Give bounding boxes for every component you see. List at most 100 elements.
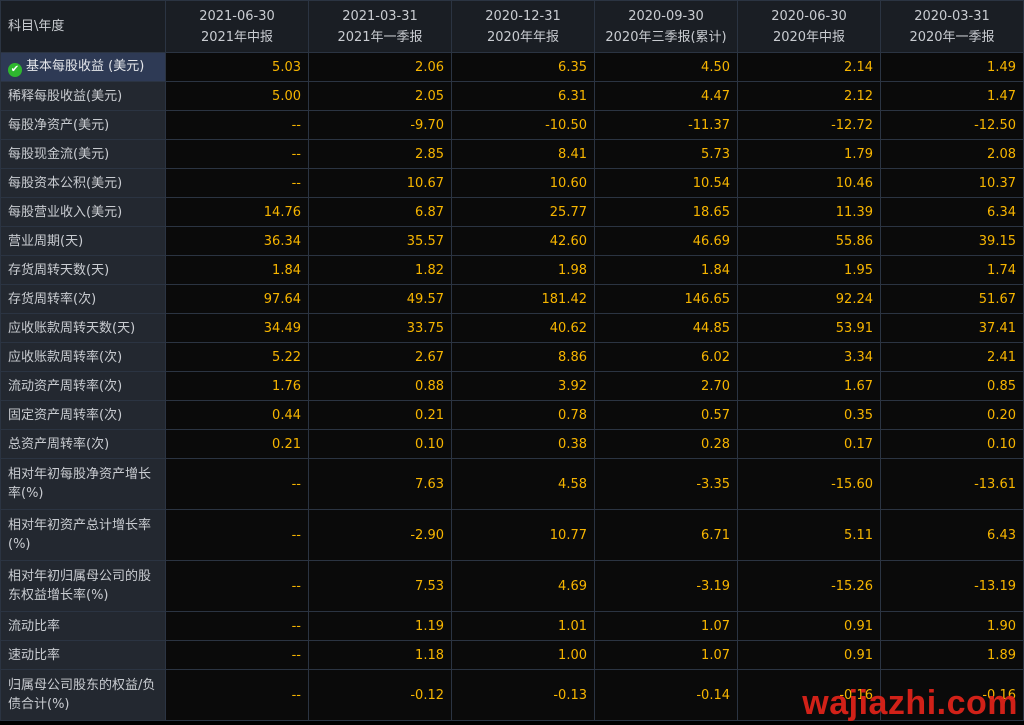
- table-row[interactable]: 相对年初每股净资产增长率(%) -- 7.63 4.58 -3.35 -15.60 -13.…: [0, 458, 1024, 510]
- value-cell: 11.39: [737, 197, 881, 227]
- table-row[interactable]: 稀释每股收益(美元) 5.00 2.05 6.31 4.47 2.12 1.47: [0, 81, 1024, 111]
- row-label[interactable]: 应收账款周转率(次): [0, 342, 166, 372]
- row-label[interactable]: 流动比率: [0, 611, 166, 641]
- table-row[interactable]: 每股资本公积(美元) -- 10.67 10.60 10.54 10.46 10.37: [0, 168, 1024, 198]
- value-cell: 0.20: [880, 400, 1024, 430]
- value-cell: 25.77: [451, 197, 595, 227]
- row-label-text: 存货周转率(次): [8, 291, 97, 307]
- table-row[interactable]: 存货周转率(次) 97.64 49.57 181.42 146.65 92.24 51.67: [0, 284, 1024, 314]
- value-cell: 1.07: [594, 640, 738, 670]
- value-cell: 55.86: [737, 226, 881, 256]
- value-cell: -9.70: [308, 110, 452, 140]
- row-label-text: 每股营业收入(美元): [8, 204, 123, 220]
- value-cell: -13.61: [880, 458, 1024, 510]
- table-row[interactable]: 相对年初归属母公司的股东权益增长率(%) -- 7.53 4.69 -3.19 -15.2…: [0, 560, 1024, 612]
- table-row[interactable]: 每股营业收入(美元) 14.76 6.87 25.77 18.65 11.39 6.34: [0, 197, 1024, 227]
- row-label[interactable]: 归属母公司股东的权益/负债合计(%): [0, 669, 166, 721]
- row-label[interactable]: 固定资产周转率(次): [0, 400, 166, 430]
- row-label[interactable]: ✔ 基本每股收益 (美元): [0, 52, 166, 82]
- value-cell: -10.50: [451, 110, 595, 140]
- value-cell: -0.14: [594, 669, 738, 721]
- value-cell: 1.74: [880, 255, 1024, 285]
- value-cell: 6.02: [594, 342, 738, 372]
- row-label[interactable]: 速动比率: [0, 640, 166, 670]
- table-row[interactable]: ✔ 基本每股收益 (美元) 5.03 2.06 6.35 4.50 2.14 1.49: [0, 52, 1024, 82]
- column-period: 2021年中报: [200, 29, 274, 45]
- row-label[interactable]: 营业周期(天): [0, 226, 166, 256]
- column-header[interactable]: 2021-06-30 2021年中报: [165, 0, 309, 53]
- value-cell: 1.47: [880, 81, 1024, 111]
- value-cell: 0.38: [451, 429, 595, 459]
- value-cell: 6.71: [594, 509, 738, 561]
- row-label[interactable]: 相对年初资产总计增长率(%): [0, 509, 166, 561]
- value-cell: 4.47: [594, 81, 738, 111]
- financial-indicators-table: 科目\年度 2021-06-30 2021年中报 2021-03-31 2021年一…: [0, 0, 1024, 721]
- row-label[interactable]: 每股资本公积(美元): [0, 168, 166, 198]
- value-cell: 1.90: [880, 611, 1024, 641]
- value-cell: 0.91: [737, 640, 881, 670]
- table-row[interactable]: 总资产周转率(次) 0.21 0.10 0.38 0.28 0.17 0.10: [0, 429, 1024, 459]
- row-label[interactable]: 存货周转率(次): [0, 284, 166, 314]
- row-label[interactable]: 每股现金流(美元): [0, 139, 166, 169]
- table-row[interactable]: 应收账款周转率(次) 5.22 2.67 8.86 6.02 3.34 2.41: [0, 342, 1024, 372]
- column-header[interactable]: 2020-06-30 2020年中报: [737, 0, 881, 53]
- row-label-text: 稀释每股收益(美元): [8, 88, 123, 104]
- value-cell: 1.67: [737, 371, 881, 401]
- row-label-text: 相对年初资产总计增长率(%): [8, 518, 152, 552]
- value-cell: 1.18: [308, 640, 452, 670]
- value-cell: 4.69: [451, 560, 595, 612]
- column-date: 2020-03-31: [914, 8, 990, 24]
- value-cell: 53.91: [737, 313, 881, 343]
- value-cell: 10.77: [451, 509, 595, 561]
- value-cell: 2.08: [880, 139, 1024, 169]
- column-header[interactable]: 2020-12-31 2020年年报: [451, 0, 595, 53]
- value-cell: 0.91: [737, 611, 881, 641]
- row-label[interactable]: 应收账款周转天数(天): [0, 313, 166, 343]
- column-header[interactable]: 2020-03-31 2020年一季报: [880, 0, 1024, 53]
- table-row[interactable]: 相对年初资产总计增长率(%) -- -2.90 10.77 6.71 5.11 6.43: [0, 509, 1024, 561]
- row-label-text: 速动比率: [8, 647, 61, 663]
- value-cell: 146.65: [594, 284, 738, 314]
- row-label[interactable]: 相对年初归属母公司的股东权益增长率(%): [0, 560, 166, 612]
- value-cell: 0.78: [451, 400, 595, 430]
- value-cell: 2.70: [594, 371, 738, 401]
- value-cell: 44.85: [594, 313, 738, 343]
- table-row[interactable]: 流动资产周转率(次) 1.76 0.88 3.92 2.70 1.67 0.85: [0, 371, 1024, 401]
- row-label[interactable]: 每股营业收入(美元): [0, 197, 166, 227]
- value-cell: -15.26: [737, 560, 881, 612]
- column-header[interactable]: 2020-09-30 2020年三季报(累计): [594, 0, 738, 53]
- value-cell: 36.34: [165, 226, 309, 256]
- row-label[interactable]: 相对年初每股净资产增长率(%): [0, 458, 166, 510]
- table-row[interactable]: 营业周期(天) 36.34 35.57 42.60 46.69 55.86 39.15: [0, 226, 1024, 256]
- value-cell: -12.72: [737, 110, 881, 140]
- row-label[interactable]: 流动资产周转率(次): [0, 371, 166, 401]
- value-cell: 1.01: [451, 611, 595, 641]
- value-cell: 14.76: [165, 197, 309, 227]
- row-label[interactable]: 稀释每股收益(美元): [0, 81, 166, 111]
- table-row[interactable]: 应收账款周转天数(天) 34.49 33.75 40.62 44.85 53.91 37.4…: [0, 313, 1024, 343]
- value-cell: 1.89: [880, 640, 1024, 670]
- table-row[interactable]: 流动比率 -- 1.19 1.01 1.07 0.91 1.90: [0, 611, 1024, 641]
- value-cell: 51.67: [880, 284, 1024, 314]
- value-cell: --: [165, 110, 309, 140]
- column-period: 2020年一季报: [909, 29, 995, 45]
- table-row[interactable]: 速动比率 -- 1.18 1.00 1.07 0.91 1.89: [0, 640, 1024, 670]
- table-row[interactable]: 存货周转天数(天) 1.84 1.82 1.98 1.84 1.95 1.74: [0, 255, 1024, 285]
- column-header[interactable]: 2021-03-31 2021年一季报: [308, 0, 452, 53]
- value-cell: 0.85: [880, 371, 1024, 401]
- table-row[interactable]: 每股净资产(美元) -- -9.70 -10.50 -11.37 -12.72 -12.50: [0, 110, 1024, 140]
- row-label-text: 固定资产周转率(次): [8, 407, 123, 423]
- value-cell: 1.00: [451, 640, 595, 670]
- value-cell: -3.35: [594, 458, 738, 510]
- value-cell: 10.54: [594, 168, 738, 198]
- row-label[interactable]: 每股净资产(美元): [0, 110, 166, 140]
- table-row[interactable]: 每股现金流(美元) -- 2.85 8.41 5.73 1.79 2.08: [0, 139, 1024, 169]
- row-label-text: 应收账款周转天数(天): [8, 320, 136, 336]
- value-cell: 2.12: [737, 81, 881, 111]
- table-row[interactable]: 固定资产周转率(次) 0.44 0.21 0.78 0.57 0.35 0.20: [0, 400, 1024, 430]
- value-cell: 10.60: [451, 168, 595, 198]
- value-cell: 5.03: [165, 52, 309, 82]
- row-label[interactable]: 总资产周转率(次): [0, 429, 166, 459]
- row-label[interactable]: 存货周转天数(天): [0, 255, 166, 285]
- row-label-text: 每股现金流(美元): [8, 146, 110, 162]
